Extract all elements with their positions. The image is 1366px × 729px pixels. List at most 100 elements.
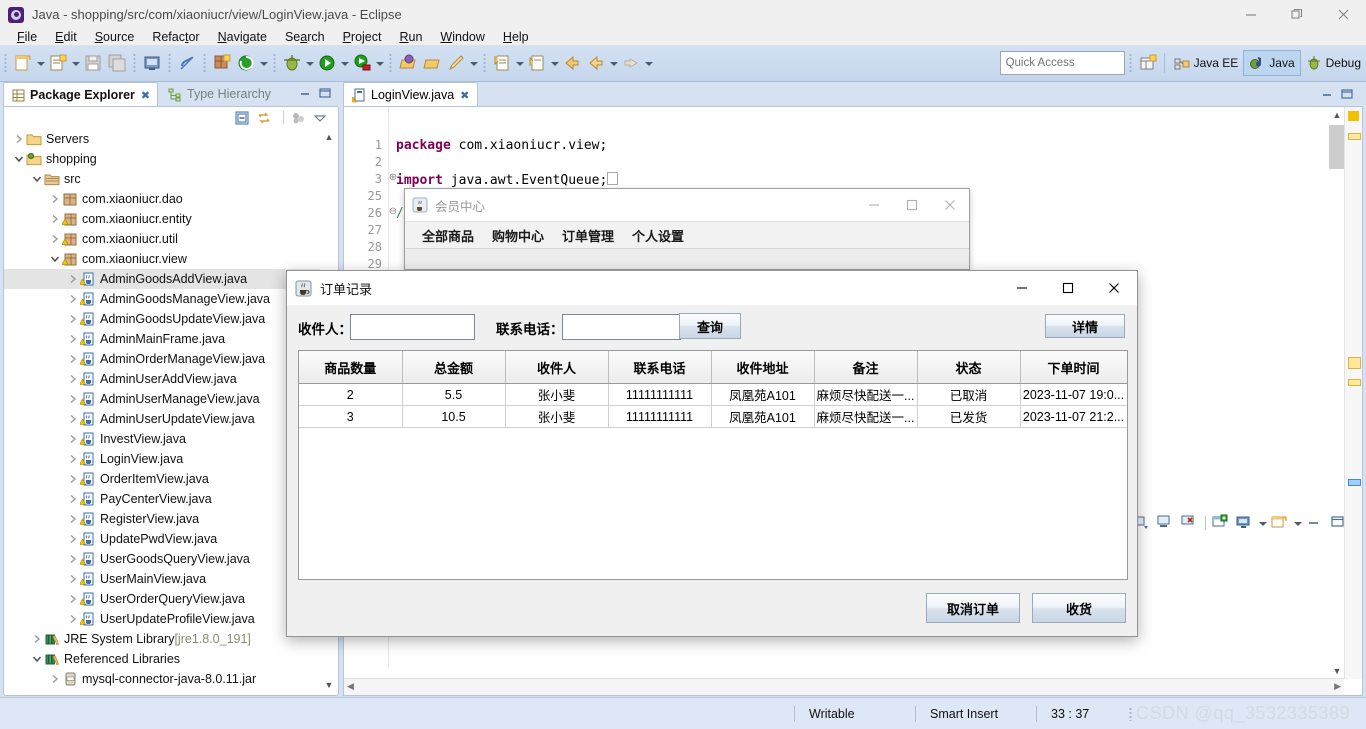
collapsed-imports-indicator[interactable] — [607, 172, 619, 185]
open-perspective-icon[interactable] — [1137, 52, 1159, 74]
run-on-server-dropdown-icon[interactable] — [374, 52, 385, 74]
tree-item-com-xiaoniucr-dao[interactable]: com.xiaoniucr.dao — [4, 189, 320, 209]
chevron-right-icon[interactable] — [48, 189, 62, 209]
chevron-right-icon[interactable] — [66, 489, 80, 509]
editor-vertical-scrollbar[interactable]: ▲ ▼ — [1329, 107, 1345, 679]
status-grip[interactable] — [1129, 706, 1132, 721]
tree-item-jre-system-library[interactable]: JRE System Library [jre1.8.0_191] — [4, 629, 320, 649]
order-table-column-header[interactable]: 收件地址 — [711, 351, 815, 384]
menu-run[interactable]: Run — [390, 30, 431, 44]
menu-navigate[interactable]: Navigate — [209, 30, 276, 44]
minimize-window-button[interactable] — [1228, 0, 1274, 29]
chevron-right-icon[interactable] — [66, 429, 80, 449]
new-task-icon[interactable] — [445, 52, 467, 74]
toolbar-grip[interactable] — [3, 52, 8, 74]
print-icon[interactable] — [141, 52, 163, 74]
hscroll-right-arrow-icon[interactable]: ▶ — [1334, 681, 1341, 692]
run-icon[interactable] — [316, 52, 338, 74]
forward-icon[interactable] — [620, 52, 642, 74]
new-wizard-icon[interactable] — [12, 52, 34, 74]
tree-item-usermainview-java[interactable]: UserMainView.java — [4, 569, 320, 589]
order-table-column-header[interactable]: 状态 — [917, 351, 1021, 384]
run-last-tool-icon[interactable] — [235, 52, 257, 74]
tree-item-investview-java[interactable]: InvestView.java — [4, 429, 320, 449]
collapse-all-icon[interactable] — [234, 110, 250, 126]
chevron-right-icon[interactable] — [48, 209, 62, 229]
close-member-window-button[interactable] — [931, 189, 969, 221]
quick-access-input[interactable] — [999, 51, 1125, 75]
tree-item-orderitemview-java[interactable]: OrderItemView.java — [4, 469, 320, 489]
new-task-dropdown-icon[interactable] — [468, 52, 479, 74]
new-console-dropdown-icon[interactable] — [1292, 512, 1303, 534]
tree-item-registerview-java[interactable]: RegisterView.java — [4, 509, 320, 529]
remove-console-icon[interactable] — [1180, 514, 1200, 532]
member-menu-all-goods[interactable]: 全部商品 — [413, 226, 483, 245]
receiver-input[interactable] — [350, 314, 475, 340]
editor-scroll-down-icon[interactable]: ▼ — [1329, 663, 1345, 679]
perspective-java-ee[interactable]: Java EE — [1169, 51, 1244, 75]
tree-item-updatepwdview-java[interactable]: UpdatePwdView.java — [4, 529, 320, 549]
forward-dropdown-icon[interactable] — [643, 52, 654, 74]
hscroll-left-arrow-icon[interactable]: ◀ — [347, 681, 354, 692]
new-java-class-icon[interactable] — [47, 52, 69, 74]
toggle-mark-occurrences-icon[interactable] — [176, 52, 198, 74]
menu-help[interactable]: Help — [494, 30, 538, 44]
new-console-view-icon[interactable] — [1270, 514, 1290, 532]
run-last-tool-dropdown-icon[interactable] — [258, 52, 269, 74]
order-table-row[interactable]: 3 10.5 张小斐 11111111111 凤凰苑A101 麻烦尽快配送一... 已发货 2… — [299, 405, 1127, 428]
pin-console-icon[interactable] — [1235, 514, 1255, 532]
tree-item-admingoodsmanageview-java[interactable]: AdminGoodsManageView.java — [4, 289, 320, 309]
minimize-editor-icon[interactable] — [1319, 86, 1335, 102]
back-dropdown-icon[interactable] — [608, 52, 619, 74]
maximize-member-window-button[interactable] — [893, 189, 931, 221]
chevron-right-icon[interactable] — [66, 329, 80, 349]
menu-source[interactable]: Source — [86, 30, 144, 44]
order-table-column-header[interactable]: 商品数量 — [299, 351, 403, 384]
perspective-grip[interactable] — [1127, 52, 1133, 74]
tree-item-userupdateprofileview-java[interactable]: UserUpdateProfileView.java — [4, 609, 320, 629]
tree-item-adminmainframe-java[interactable]: AdminMainFrame.java — [4, 329, 320, 349]
editor-horizontal-scrollbar[interactable]: ◀ ▶ — [344, 678, 1344, 695]
tree-item-adminuserupdateview-java[interactable]: AdminUserUpdateView.java — [4, 409, 320, 429]
close-window-button[interactable] — [1320, 0, 1366, 29]
tree-item-com-xiaoniucr-entity[interactable]: com.xiaoniucr.entity — [4, 209, 320, 229]
chevron-right-icon[interactable] — [66, 529, 80, 549]
console-dropdown-icon[interactable] — [1257, 512, 1268, 534]
tree-item-userorderqueryview-java[interactable]: UserOrderQueryView.java — [4, 589, 320, 609]
annotation-prev-icon[interactable] — [526, 52, 548, 74]
chevron-right-icon[interactable] — [66, 289, 80, 309]
chevron-right-icon[interactable] — [66, 369, 80, 389]
order-table-column-header[interactable]: 联系电话 — [608, 351, 712, 384]
chevron-right-icon[interactable] — [66, 509, 80, 529]
order-table-column-header[interactable]: 收件人 — [505, 351, 609, 384]
order-table-wrapper[interactable]: 商品数量 总金额 收件人 联系电话 收件地址 备注 状态 下单时间 2 5.5 张小斐 111111… — [298, 350, 1128, 580]
run-on-server-icon[interactable] — [351, 52, 373, 74]
chevron-right-icon[interactable] — [66, 389, 80, 409]
toolbar-grip-4[interactable] — [202, 52, 207, 74]
code-line[interactable]: import java.awt.EventQueue; — [396, 172, 619, 188]
chevron-right-icon[interactable] — [66, 449, 80, 469]
confirm-receipt-button[interactable]: 收货 — [1032, 593, 1126, 623]
display-selected-console-icon[interactable] — [1156, 514, 1176, 532]
editor-overview-ruler[interactable] — [1344, 107, 1362, 679]
close-order-dialog-button[interactable] — [1091, 271, 1137, 305]
minimize-view-icon[interactable] — [297, 85, 313, 101]
maximize-order-dialog-button[interactable] — [1045, 271, 1091, 305]
new-java-class-dropdown-icon[interactable] — [70, 52, 81, 74]
order-table-column-header[interactable]: 总金额 — [402, 351, 506, 384]
menu-search[interactable]: Search — [276, 30, 334, 44]
chevron-right-icon[interactable] — [66, 269, 80, 289]
chevron-right-icon[interactable] — [66, 409, 80, 429]
tree-item-adminordermanageview-java[interactable]: AdminOrderManageView.java — [4, 349, 320, 369]
order-table-column-header[interactable]: 下单时间 — [1020, 351, 1127, 384]
order-table-header-row[interactable]: 商品数量 总金额 收件人 联系电话 收件地址 备注 状态 下单时间 — [299, 351, 1127, 384]
editor-scrollbar-thumb[interactable] — [1329, 125, 1345, 169]
chevron-right-icon[interactable] — [66, 549, 80, 569]
menu-project[interactable]: Project — [334, 30, 391, 44]
chevron-right-icon[interactable] — [12, 129, 26, 149]
debug-dropdown-icon[interactable] — [304, 52, 315, 74]
query-button[interactable]: 查询 — [679, 313, 741, 339]
tree-item-usergoodsqueryview-java[interactable]: UserGoodsQueryView.java — [4, 549, 320, 569]
tree-item-paycenterview-java[interactable]: PayCenterView.java — [4, 489, 320, 509]
annotation-next-dropdown-icon[interactable] — [514, 52, 525, 74]
